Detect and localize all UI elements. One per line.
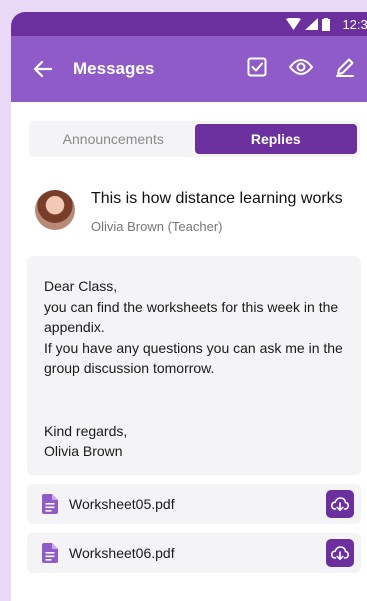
tab-announcements[interactable]: Announcements — [32, 124, 195, 154]
body-line: Olivia Brown — [44, 443, 123, 459]
pencil-icon — [336, 58, 354, 77]
status-icons — [286, 17, 331, 31]
tab-replies[interactable]: Replies — [194, 124, 357, 154]
signal-icon — [305, 18, 319, 30]
cloud-download-icon — [331, 546, 349, 560]
attachment-name: Worksheet06.pdf — [69, 545, 175, 561]
compose-button[interactable] — [333, 55, 357, 79]
view-button[interactable] — [289, 55, 313, 79]
avatar — [35, 190, 75, 230]
file-icon — [41, 494, 59, 514]
mark-read-button[interactable] — [245, 55, 269, 79]
back-button[interactable] — [31, 57, 55, 81]
cloud-download-icon — [331, 497, 349, 511]
message-header: This is how distance learning works Oliv… — [35, 190, 365, 240]
body-line: If you have any questions you can ask me… — [44, 339, 343, 377]
message-tabs: Announcements Replies — [29, 121, 360, 157]
battery-icon — [322, 17, 331, 31]
message-body: Dear Class, you can find the worksheets … — [27, 256, 361, 475]
message-subject: This is how distance learning works — [91, 190, 343, 207]
message-author: Olivia Brown (Teacher) — [91, 219, 223, 234]
app-bar-actions — [245, 55, 357, 79]
eye-icon — [289, 59, 313, 75]
attachment-item[interactable]: Worksheet05.pdf — [27, 484, 361, 524]
download-button[interactable] — [326, 490, 354, 518]
body-line: you can find the worksheets for this wee… — [44, 298, 339, 336]
attachment-item[interactable]: Worksheet06.pdf — [27, 533, 361, 573]
attachment-name: Worksheet05.pdf — [69, 496, 175, 512]
arrow-left-icon — [34, 61, 52, 77]
phone-screen: 12:30 Messages Announcements Replies Thi… — [11, 12, 367, 601]
checkbox-icon — [247, 57, 267, 77]
file-icon — [41, 543, 59, 563]
body-line: Dear Class, — [44, 278, 118, 294]
status-time: 12:30 — [342, 16, 367, 32]
wifi-icon — [286, 18, 302, 30]
download-button[interactable] — [326, 539, 354, 567]
app-bar: Messages — [11, 36, 367, 102]
page-title: Messages — [73, 59, 155, 78]
body-line: Kind regards, — [44, 422, 128, 439]
status-bar: 12:30 — [11, 12, 367, 36]
